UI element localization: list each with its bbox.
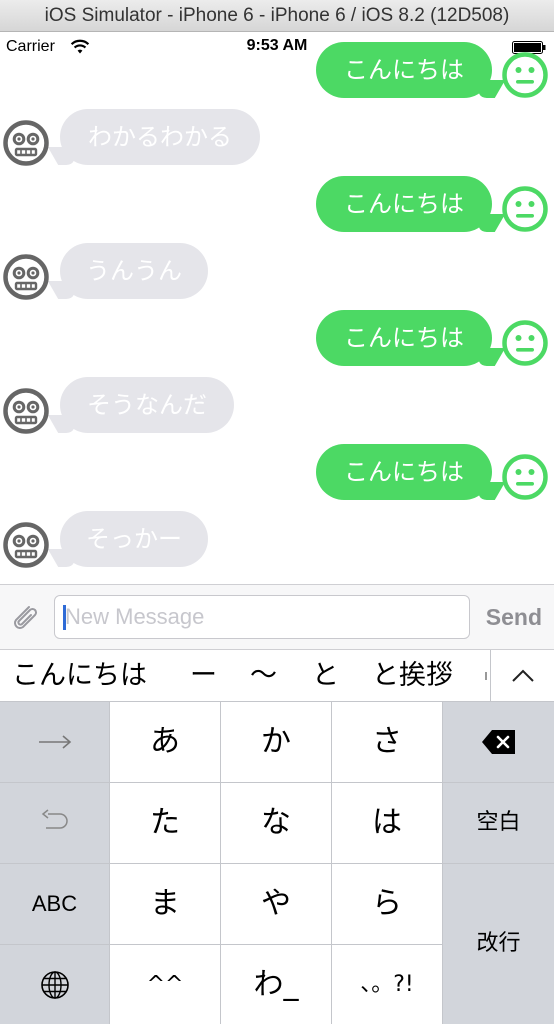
incoming-message-bubble: わかるわかる [60, 109, 260, 165]
outgoing-message-bubble: こんにちは [316, 176, 492, 232]
globe-key[interactable] [0, 945, 109, 1024]
space-key[interactable]: 空白 [443, 783, 554, 863]
incoming-message-bubble: うんうん [60, 243, 208, 299]
neutral-face-avatar-icon [502, 454, 548, 500]
prediction-candidate[interactable]: ー [190, 650, 217, 702]
key-label: さ [372, 724, 402, 759]
key-label: 、。?! [360, 971, 414, 997]
message-list[interactable]: こんにちは わかるわかる こんにちは うんうん こんにちは そうなんだ こんにち… [0, 32, 554, 584]
message-input[interactable]: New Message [54, 595, 470, 639]
key-ma[interactable]: ま [110, 864, 220, 944]
neutral-face-avatar-icon [502, 320, 548, 366]
prediction-candidate[interactable]: と挨拶 [372, 650, 453, 702]
prediction-candidate[interactable]: と [312, 650, 339, 702]
key-label: わ_ [253, 966, 299, 1002]
japanese-kana-keyboard: あ か さ た な は 空白 ABC ま や ら 改行 ^^ わ_ 、。?! [0, 702, 554, 1024]
prediction-candidate[interactable]: こんにちは [12, 650, 147, 702]
return-key[interactable]: 改行 [443, 864, 554, 1024]
key-label: ^^ [146, 971, 184, 997]
surprised-face-avatar-icon [3, 522, 49, 568]
undo-arrow-icon [41, 809, 68, 829]
right-arrow-icon [38, 735, 71, 749]
key-label: は [372, 805, 402, 840]
abc-key[interactable]: ABC [0, 864, 109, 944]
key-na[interactable]: な [221, 783, 331, 863]
key-punctuation[interactable]: 、。?! [332, 945, 442, 1024]
outgoing-message-bubble: こんにちは [316, 310, 492, 366]
backspace-icon [481, 730, 515, 754]
key-ya[interactable]: や [221, 864, 331, 944]
more-candidates-icon [485, 672, 487, 680]
outgoing-message-bubble: こんにちは [316, 444, 492, 500]
key-label: あ [150, 724, 180, 759]
window-title: iOS Simulator - iPhone 6 - iPhone 6 / iO… [0, 0, 554, 32]
send-button[interactable]: Send [486, 599, 542, 635]
key-label: や [261, 886, 291, 921]
key-label: ら [372, 886, 402, 921]
prediction-candidate[interactable]: 〜 [250, 650, 277, 702]
incoming-message-bubble: そっかー [60, 511, 208, 567]
surprised-face-avatar-icon [3, 120, 49, 166]
key-label: か [261, 724, 291, 759]
message-composer: New Message Send [0, 584, 554, 650]
key-a[interactable]: あ [110, 702, 220, 782]
key-wa[interactable]: わ_ [221, 945, 331, 1024]
incoming-message-bubble: そうなんだ [60, 377, 234, 433]
neutral-face-avatar-icon [502, 52, 548, 98]
paperclip-icon[interactable] [8, 601, 42, 635]
next-candidate-key[interactable] [0, 702, 109, 782]
key-label: ABC [31, 891, 78, 916]
surprised-face-avatar-icon [3, 254, 49, 300]
key-ha[interactable]: は [332, 783, 442, 863]
delete-key[interactable] [443, 702, 554, 782]
key-ra[interactable]: ら [332, 864, 442, 944]
key-label: ま [150, 886, 180, 921]
prediction-bar: こんにちは ー 〜 と と挨拶 [0, 650, 554, 702]
globe-icon [40, 970, 69, 999]
key-ka[interactable]: か [221, 702, 331, 782]
neutral-face-avatar-icon [502, 186, 548, 232]
surprised-face-avatar-icon [3, 388, 49, 434]
key-label: 改行 [476, 931, 521, 956]
key-label: 空白 [476, 810, 521, 835]
key-sa[interactable]: さ [332, 702, 442, 782]
chevron-up-icon [512, 669, 534, 682]
outgoing-message-bubble: こんにちは [316, 42, 492, 98]
expand-candidates-button[interactable] [490, 650, 554, 702]
key-label: た [150, 805, 180, 840]
key-ta[interactable]: た [110, 783, 220, 863]
key-label: な [261, 805, 291, 840]
undo-key[interactable] [0, 783, 109, 863]
key-emoticon[interactable]: ^^ [110, 945, 220, 1024]
